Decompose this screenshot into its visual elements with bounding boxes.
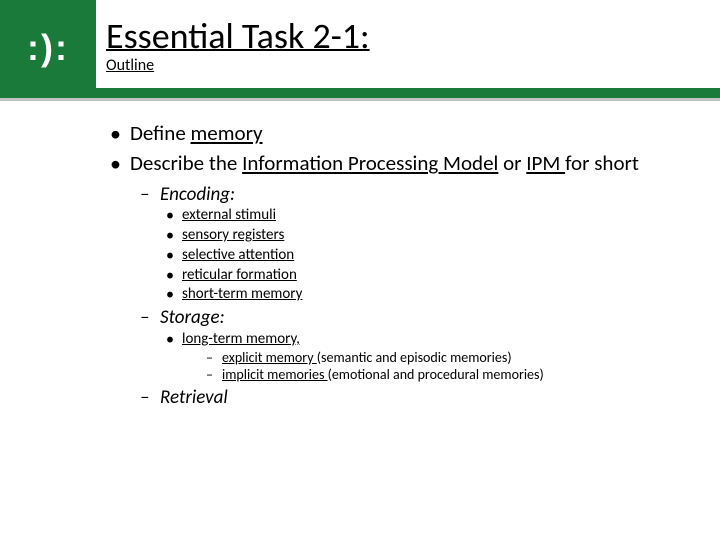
storage-ltm: long-term memory, explicit memory (seman…: [182, 330, 700, 384]
header: :): Essential Task 2-1: Outline: [0, 0, 720, 96]
term: external stimuli: [182, 206, 276, 224]
title-area: Essential Task 2-1: Outline: [106, 14, 370, 75]
slide-title: Essential Task 2-1:: [106, 14, 370, 58]
term-ipm-long: Information Processing Model: [242, 150, 498, 176]
tail: (emotional and procedural memories): [328, 366, 544, 383]
slide-subtitle: Outline: [106, 56, 370, 75]
term: short-term memory: [182, 285, 302, 303]
sub-encoding: Encoding: external stimuli sensory regis…: [160, 183, 700, 305]
logo-box: :):: [0, 0, 96, 96]
ltm-sub: implicit memories (emotional and procedu…: [222, 366, 700, 384]
term: explicit memory: [222, 349, 317, 366]
enc-item: reticular formation: [182, 266, 700, 285]
term: reticular formation: [182, 266, 297, 284]
text: Define: [130, 120, 191, 146]
term: implicit memories: [222, 366, 328, 383]
enc-item: short-term memory: [182, 285, 700, 304]
enc-item: selective attention: [182, 246, 700, 265]
enc-item: external stimuli: [182, 206, 700, 225]
term-ipm-short: IPM: [526, 150, 565, 176]
sub-storage: Storage: long-term memory, explicit memo…: [160, 306, 700, 384]
ltm-sub: explicit memory (semantic and episodic m…: [222, 349, 700, 367]
header-shadow: [0, 98, 720, 101]
term: selective attention: [182, 246, 294, 264]
label: Storage:: [160, 306, 225, 329]
term: sensory registers: [182, 226, 284, 244]
text: Describe the: [130, 150, 242, 176]
enc-item: sensory registers: [182, 226, 700, 245]
term: long-term memory,: [182, 330, 300, 348]
header-divider: [0, 88, 720, 98]
text: for short: [565, 150, 639, 176]
label: Retrieval: [160, 386, 228, 409]
sub-retrieval: Retrieval: [160, 386, 700, 410]
bullet-define: Define memory: [130, 120, 700, 146]
text: or: [498, 150, 526, 176]
label: Encoding:: [160, 183, 235, 206]
logo-icon: :):: [27, 30, 69, 66]
content: Define memory Describe the Information P…: [110, 120, 700, 413]
bullet-describe: Describe the Information Processing Mode…: [130, 150, 700, 409]
tail: (semantic and episodic memories): [317, 349, 512, 366]
term-memory: memory: [191, 120, 263, 146]
